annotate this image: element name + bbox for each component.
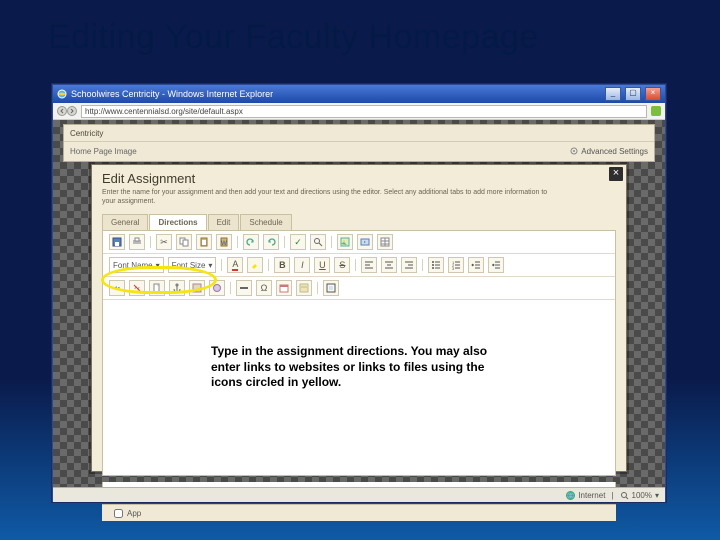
slide: Editing Your Faculty Homepage Schoolwire… [0,0,720,540]
forward-icon[interactable] [67,106,77,116]
back-icon[interactable] [57,106,67,116]
app-checkbox-label: App [127,509,141,518]
maximize-button[interactable]: ▢ [625,87,641,101]
media-icon[interactable] [357,234,373,250]
ie-status-bar: Internet | 100% ▾ [53,487,665,502]
form-icon[interactable] [296,280,312,296]
insert-link-icon[interactable] [109,280,125,296]
font-family-select[interactable]: Font Name▾ [109,257,164,273]
zoom-control[interactable]: 100% ▾ [620,491,659,500]
zoom-icon [620,491,629,500]
tool-b-icon[interactable] [209,280,225,296]
tab-schedule[interactable]: Schedule [240,214,291,230]
number-list-icon[interactable]: 123 [448,257,464,273]
close-button[interactable]: × [645,87,661,101]
find-icon[interactable] [310,234,326,250]
save-icon[interactable] [109,234,125,250]
centricity-crumbs: Centricity [64,125,654,142]
go-icon[interactable] [651,106,661,116]
tool-a-icon[interactable] [189,280,205,296]
align-center-icon[interactable] [381,257,397,273]
crumb-text: Centricity [70,129,103,138]
instruction-callout: Type in the assignment directions. You m… [211,344,491,391]
fullscreen-icon[interactable] [323,280,339,296]
indent-icon[interactable] [488,257,504,273]
address-field[interactable]: http://www.centennialsd.org/site/default… [81,105,647,118]
undo-icon[interactable] [243,234,259,250]
font-size-label: Font Size [172,261,206,270]
tab-general[interactable]: General [102,214,148,230]
address-bar: http://www.centennialsd.org/site/default… [53,103,665,120]
bullet-list-icon[interactable] [428,257,444,273]
spellcheck-icon[interactable]: ✓ [290,234,306,250]
zone-label: Internet [578,491,605,500]
centricity-header: Centricity Home Page Image Advanced Sett… [63,124,655,162]
anchor-icon[interactable] [169,280,185,296]
remove-link-icon[interactable] [129,280,145,296]
editor-body[interactable]: Type in the assignment directions. You m… [103,300,615,475]
outdent-icon[interactable] [468,257,484,273]
dialog-subtitle: Enter the name for your assignment and t… [102,188,562,206]
bold-icon[interactable]: B [274,257,290,273]
symbol-icon[interactable]: Ω [256,280,272,296]
browser-window: Schoolwires Centricity - Windows Interne… [52,84,666,502]
cut-icon[interactable]: ✂ [156,234,172,250]
svg-text:3: 3 [452,266,455,270]
tab-directions[interactable]: Directions [149,214,206,230]
font-size-select[interactable]: Font Size▾ [168,257,217,273]
edit-assignment-dialog: × Edit Assignment Enter the name for you… [91,164,627,472]
advanced-settings-button[interactable]: Advanced Settings [570,147,648,156]
font-family-label: Font Name [113,261,153,270]
insert-file-icon[interactable] [149,280,165,296]
globe-icon [566,491,575,500]
browser-title-text: Schoolwires Centricity - Windows Interne… [71,89,273,99]
svg-text:W: W [221,241,227,247]
redo-icon[interactable] [263,234,279,250]
dialog-title: Edit Assignment [102,171,616,186]
paste-word-icon[interactable]: W [216,234,232,250]
align-left-icon[interactable] [361,257,377,273]
underline-icon[interactable]: U [314,257,330,273]
slide-title: Editing Your Faculty Homepage [48,18,539,57]
minimize-button[interactable]: _ [605,87,621,101]
rich-text-editor: ✂ W ✓ [102,230,616,476]
dialog-close-button[interactable]: × [609,167,623,181]
editor-toolbar-row2: Font Name▾ Font Size▾ A B I U S [103,254,615,277]
editor-toolbar-row1: ✂ W ✓ [103,231,615,254]
browser-titlebar: Schoolwires Centricity - Windows Interne… [53,85,665,103]
centricity-menu: Home Page Image [70,147,137,156]
app-checkbox[interactable] [114,509,123,518]
paste-icon[interactable] [196,234,212,250]
editor-toolbar-row3: Ω [103,277,615,300]
advanced-settings-label: Advanced Settings [581,147,648,156]
table-icon[interactable] [377,234,393,250]
print-icon[interactable] [129,234,145,250]
align-right-icon[interactable] [401,257,417,273]
browser-content: Centricity Home Page Image Advanced Sett… [53,120,665,502]
highlight-icon[interactable] [247,257,263,273]
security-zone: Internet [566,491,605,500]
dialog-bottom-bar: App [102,504,616,521]
ie-icon [57,89,67,99]
dialog-tabs: General Directions Edit Schedule [102,214,626,230]
image-icon[interactable] [337,234,353,250]
italic-icon[interactable]: I [294,257,310,273]
date-icon[interactable] [276,280,292,296]
tab-edit[interactable]: Edit [208,214,240,230]
hr-icon[interactable] [236,280,252,296]
font-color-icon[interactable]: A [227,257,243,273]
strike-icon[interactable]: S [334,257,350,273]
zoom-label: 100% [632,491,652,500]
copy-icon[interactable] [176,234,192,250]
gear-icon [570,147,578,155]
